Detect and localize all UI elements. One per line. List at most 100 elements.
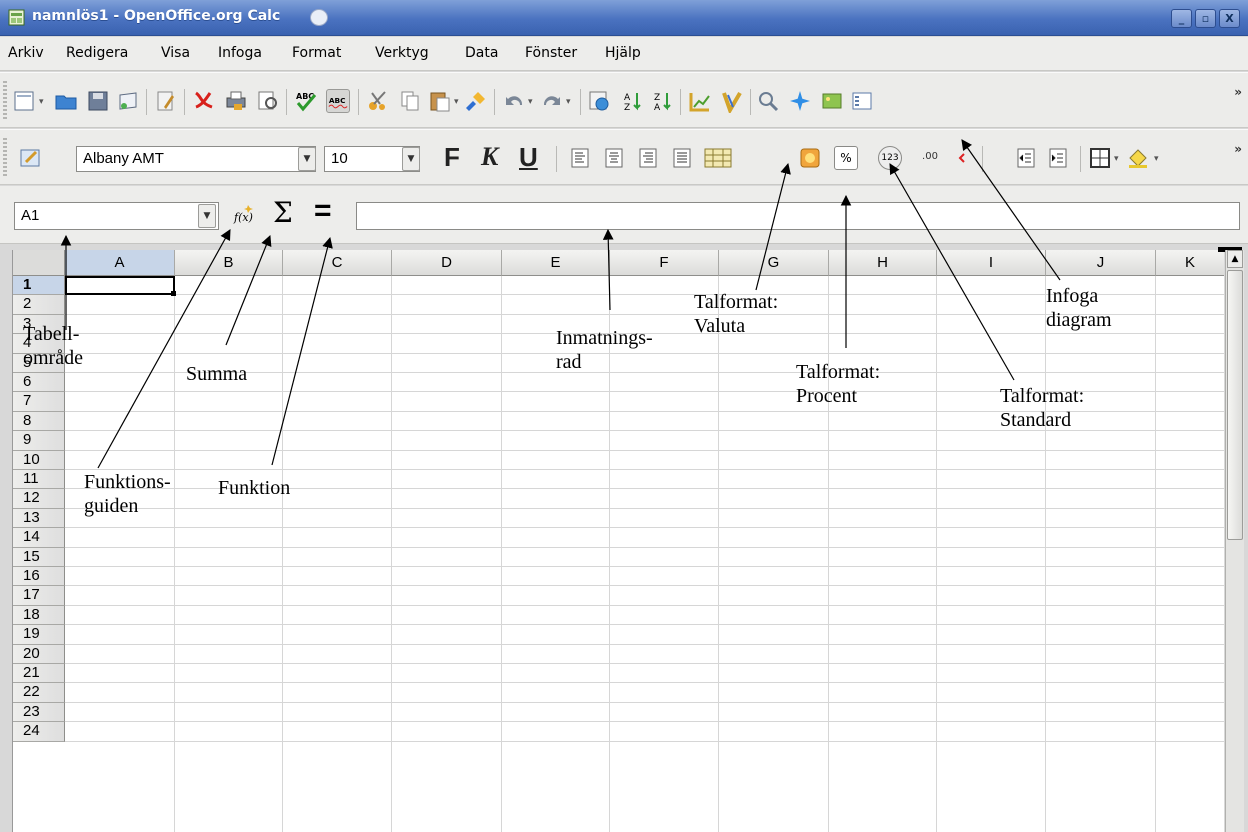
select-all-corner[interactable] <box>13 250 65 276</box>
menu-fonster[interactable]: Fönster <box>525 45 577 61</box>
export-pdf-icon[interactable] <box>192 89 216 113</box>
function-button[interactable]: = <box>314 194 332 228</box>
add-decimal-button[interactable]: .00 <box>918 146 942 170</box>
row-header-10[interactable]: 10 <box>13 450 65 470</box>
maximize-button[interactable]: ▫ <box>1195 9 1216 28</box>
row-header-9[interactable]: 9 <box>13 431 65 451</box>
font-size-dropdown[interactable]: ▼ <box>402 147 420 171</box>
open-folder-icon[interactable] <box>54 89 78 113</box>
row-header-2[interactable]: 2 <box>13 295 65 315</box>
sort-ascending-icon[interactable]: AZ <box>620 89 644 113</box>
menu-format[interactable]: Format <box>292 45 341 61</box>
hyperlink-icon[interactable] <box>588 89 612 113</box>
row-header-19[interactable]: 19 <box>13 625 65 645</box>
scroll-thumb[interactable] <box>1227 270 1243 540</box>
row-header-21[interactable]: 21 <box>13 664 65 684</box>
chevron-down-icon[interactable]: ▾ <box>454 97 459 107</box>
menu-arkiv[interactable]: Arkiv <box>8 45 44 61</box>
menu-visa[interactable]: Visa <box>161 45 190 61</box>
sum-button[interactable]: Σ <box>273 196 293 229</box>
bold-button[interactable]: F <box>444 142 460 173</box>
toolbar-grip[interactable] <box>3 138 7 178</box>
column-header-j[interactable]: J <box>1046 250 1156 276</box>
paste-icon[interactable] <box>428 89 452 113</box>
decrease-indent-icon[interactable] <box>1014 146 1038 170</box>
data-pilot-icon[interactable] <box>720 89 744 113</box>
row-header-7[interactable]: 7 <box>13 392 65 412</box>
borders-icon[interactable] <box>1088 146 1112 170</box>
spellcheck-icon[interactable]: ABC <box>294 89 318 113</box>
underline-button[interactable]: U <box>519 142 538 173</box>
name-box-dropdown[interactable]: ▼ <box>198 204 216 228</box>
increase-indent-icon[interactable] <box>1046 146 1070 170</box>
column-header-f[interactable]: F <box>610 250 719 276</box>
chevron-down-icon[interactable]: ▾ <box>1154 154 1159 164</box>
row-header-13[interactable]: 13 <box>13 508 65 529</box>
column-header-b[interactable]: B <box>175 250 283 276</box>
chevron-down-icon[interactable]: ▾ <box>39 97 44 107</box>
row-header-1[interactable]: 1 <box>13 276 65 296</box>
new-document-icon[interactable] <box>12 89 36 113</box>
toolbar-overflow-icon[interactable]: » <box>1234 85 1242 99</box>
toolbar-grip[interactable] <box>3 81 7 121</box>
row-header-12[interactable]: 12 <box>13 489 65 509</box>
data-sources-icon[interactable] <box>850 89 874 113</box>
align-right-icon[interactable] <box>636 146 660 170</box>
row-header-16[interactable]: 16 <box>13 567 65 587</box>
row-header-22[interactable]: 22 <box>13 683 65 703</box>
background-color-icon[interactable] <box>1126 146 1150 170</box>
email-document-icon[interactable] <box>116 89 140 113</box>
row-header-8[interactable]: 8 <box>13 411 65 432</box>
autospellcheck-button[interactable]: ABC <box>326 89 350 113</box>
cut-icon[interactable] <box>366 89 390 113</box>
toolbar-overflow-icon[interactable]: » <box>1234 142 1242 156</box>
font-name-field[interactable]: Albany AMT <box>76 146 316 172</box>
chevron-down-icon[interactable]: ▾ <box>528 97 533 107</box>
column-header-c[interactable]: C <box>283 250 392 276</box>
delete-decimal-icon[interactable] <box>950 146 974 170</box>
align-left-icon[interactable] <box>568 146 592 170</box>
redo-icon[interactable] <box>540 89 564 113</box>
menu-data[interactable]: Data <box>465 45 498 61</box>
chevron-down-icon[interactable]: ▾ <box>1114 154 1119 164</box>
merge-cells-icon[interactable] <box>703 146 733 170</box>
row-header-11[interactable]: 11 <box>13 470 65 490</box>
column-header-e[interactable]: E <box>502 250 610 276</box>
edit-file-icon[interactable] <box>154 89 178 113</box>
sort-descending-icon[interactable]: ZA <box>650 89 674 113</box>
copy-icon[interactable] <box>398 89 422 113</box>
scroll-up-icon[interactable]: ▲ <box>1227 250 1243 268</box>
menu-hjalp[interactable]: Hjälp <box>605 45 641 61</box>
function-wizard-icon[interactable]: f(x) <box>232 202 256 226</box>
format-paintbrush-icon[interactable] <box>464 89 488 113</box>
active-cell-cursor[interactable] <box>65 276 175 295</box>
print-icon[interactable] <box>224 89 248 113</box>
row-header-17[interactable]: 17 <box>13 586 65 606</box>
menu-redigera[interactable]: Redigera <box>66 45 128 61</box>
column-header-d[interactable]: D <box>392 250 502 276</box>
find-replace-icon[interactable] <box>756 89 780 113</box>
undo-icon[interactable] <box>502 89 526 113</box>
row-header-20[interactable]: 20 <box>13 644 65 664</box>
currency-format-icon[interactable] <box>798 146 822 170</box>
row-header-24[interactable]: 24 <box>13 722 65 742</box>
column-header-h[interactable]: H <box>829 250 937 276</box>
gallery-icon[interactable] <box>820 89 844 113</box>
column-header-a[interactable]: A <box>65 250 175 276</box>
row-header-14[interactable]: 14 <box>13 528 65 548</box>
column-header-g[interactable]: G <box>719 250 829 276</box>
minimize-button[interactable]: _ <box>1171 9 1192 28</box>
menu-infoga[interactable]: Infoga <box>218 45 262 61</box>
font-name-dropdown[interactable]: ▼ <box>298 147 316 171</box>
justify-icon[interactable] <box>670 146 694 170</box>
row-header-23[interactable]: 23 <box>13 702 65 723</box>
row-header-18[interactable]: 18 <box>13 605 65 626</box>
chevron-down-icon[interactable]: ▾ <box>566 97 571 107</box>
input-line[interactable] <box>356 202 1240 230</box>
percent-format-button[interactable]: % <box>834 146 858 170</box>
menu-verktyg[interactable]: Verktyg <box>375 45 429 61</box>
row-header-15[interactable]: 15 <box>13 547 65 567</box>
column-header-k[interactable]: K <box>1156 250 1224 276</box>
navigator-icon[interactable] <box>788 89 812 113</box>
fill-handle[interactable] <box>171 291 176 296</box>
